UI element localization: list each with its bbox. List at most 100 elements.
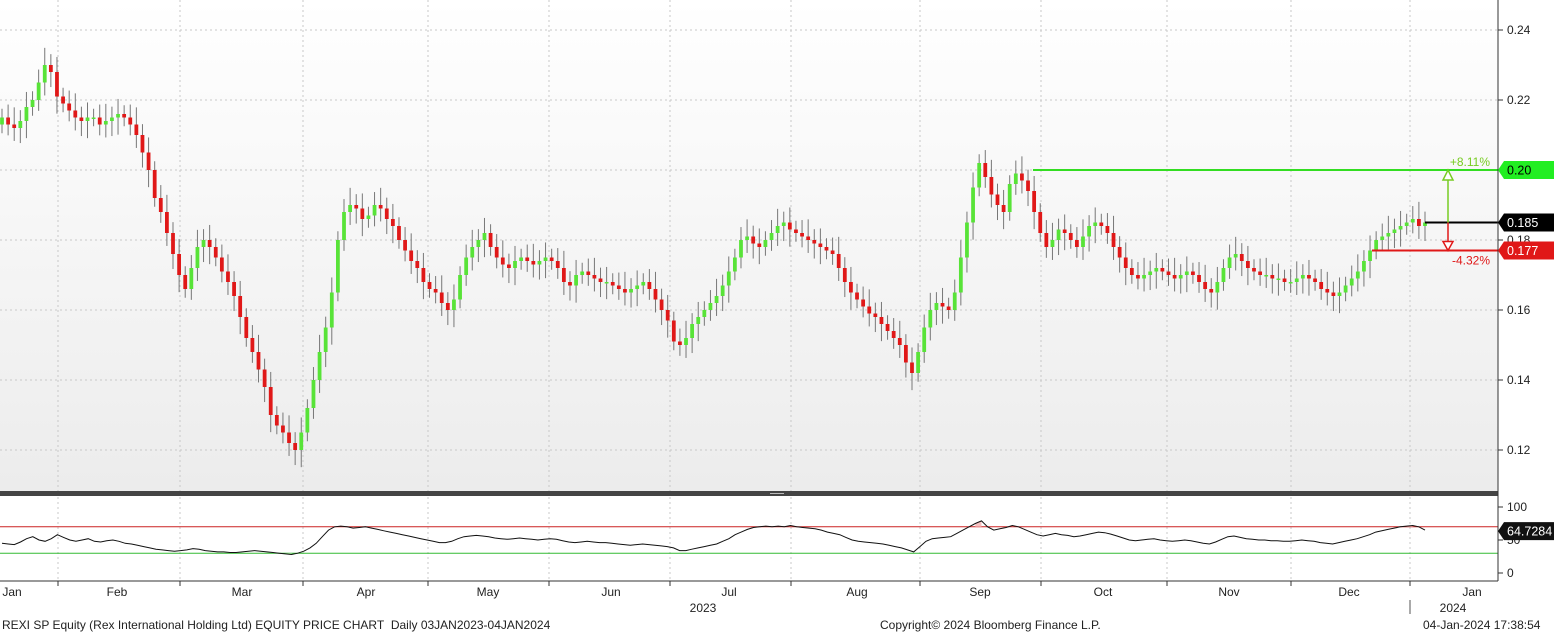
value-tags: 0.20 0.185 0.177 64.7284: [1498, 161, 1554, 541]
candle-down: [879, 317, 884, 324]
candle-up: [781, 222, 786, 226]
candle-down: [623, 289, 627, 293]
candle-down: [598, 278, 603, 282]
candle-down: [610, 282, 615, 286]
candle-up: [775, 226, 780, 233]
candle-up: [470, 247, 475, 258]
candle-down: [1258, 271, 1262, 275]
rsi-panel-bg: [0, 497, 1498, 581]
candle-down: [354, 205, 359, 209]
candle-up: [1276, 278, 1281, 280]
candle-down: [390, 219, 395, 226]
candle-up: [1007, 184, 1012, 212]
candle-up: [1148, 271, 1153, 275]
candle-down: [219, 257, 224, 272]
candle-up: [690, 324, 695, 338]
candle-down: [146, 152, 151, 170]
month-label: Sep: [969, 585, 991, 599]
candle-down: [1129, 268, 1134, 275]
candle-up: [1221, 268, 1226, 282]
candle-down: [140, 135, 145, 153]
footer-copyright: Copyright© 2024 Bloomberg Finance L.P.: [880, 618, 1101, 632]
candle-up: [1362, 261, 1366, 272]
panel-divider[interactable]: [0, 491, 1498, 496]
candle-down: [433, 289, 438, 293]
candle-down: [1068, 233, 1073, 240]
candle-down: [824, 247, 829, 251]
candle-down: [1123, 257, 1128, 268]
price-chart: +8.11%-4.32% 0.120.140.160.180.200.220.2…: [0, 0, 1554, 615]
candle-down: [678, 341, 682, 345]
candle-down: [861, 299, 866, 307]
candle-up: [965, 222, 969, 258]
candle-down: [830, 250, 835, 254]
candle-down: [61, 96, 65, 104]
candle-up: [1215, 282, 1220, 293]
candle-up: [580, 271, 585, 275]
candle-up: [329, 292, 334, 328]
candle-down: [494, 247, 499, 258]
candle-down: [555, 261, 560, 268]
candle-up: [702, 310, 707, 317]
candle-down: [409, 250, 414, 261]
candle-up: [482, 233, 487, 240]
candle-up: [1374, 240, 1379, 251]
candle-up: [537, 261, 542, 265]
candle-down: [97, 117, 102, 125]
candle-down: [561, 268, 566, 282]
candle-up: [18, 121, 23, 128]
candle-up: [763, 240, 768, 247]
candle-up: [922, 327, 927, 352]
candle-up: [604, 282, 609, 284]
candle-up: [1392, 229, 1397, 233]
candle-down: [1105, 226, 1110, 233]
candle-down: [891, 331, 896, 338]
candle-up: [1056, 229, 1061, 240]
candle-up: [708, 303, 713, 310]
candle-down: [281, 425, 285, 433]
candle-up: [543, 257, 548, 261]
candle-down: [360, 208, 365, 219]
candle-down: [653, 289, 658, 300]
candle-down: [1111, 233, 1116, 247]
candle-down: [1252, 268, 1256, 272]
month-label: Mar: [232, 585, 253, 599]
candle-down: [79, 117, 84, 121]
candle-down: [262, 369, 267, 387]
candle-down: [842, 268, 847, 282]
candle-down: [989, 177, 994, 195]
candle-down: [616, 285, 621, 289]
candle-down: [671, 320, 676, 342]
candle-up: [299, 432, 304, 450]
candle-up: [952, 292, 957, 310]
candle-down: [1331, 292, 1336, 296]
candle-down: [940, 303, 945, 307]
candle-down: [787, 222, 792, 230]
candle-down: [592, 275, 597, 279]
month-label: Jan: [2, 585, 21, 599]
candle-up: [201, 240, 206, 247]
candle-down: [757, 243, 762, 247]
candle-down: [1203, 282, 1208, 289]
candle-down: [1282, 278, 1287, 282]
candle-up: [336, 240, 340, 293]
candle-up: [1227, 257, 1232, 268]
candle-down: [873, 313, 878, 317]
month-label: Aug: [846, 585, 867, 599]
candle-up: [1368, 250, 1372, 261]
candle-up: [745, 236, 749, 240]
candle-up: [726, 271, 731, 286]
candle-down: [287, 432, 291, 443]
candle-up: [1264, 275, 1269, 277]
candle-up: [513, 261, 517, 268]
candle-up: [1410, 219, 1415, 223]
candle-up: [1154, 268, 1159, 272]
candle-down: [207, 240, 212, 247]
candle-down: [12, 124, 17, 128]
candle-down: [995, 194, 1000, 205]
candle-down: [806, 236, 811, 240]
candle-up: [42, 65, 47, 83]
candle-down: [507, 264, 511, 268]
candle-down: [1307, 275, 1311, 279]
candle-down: [800, 233, 804, 237]
